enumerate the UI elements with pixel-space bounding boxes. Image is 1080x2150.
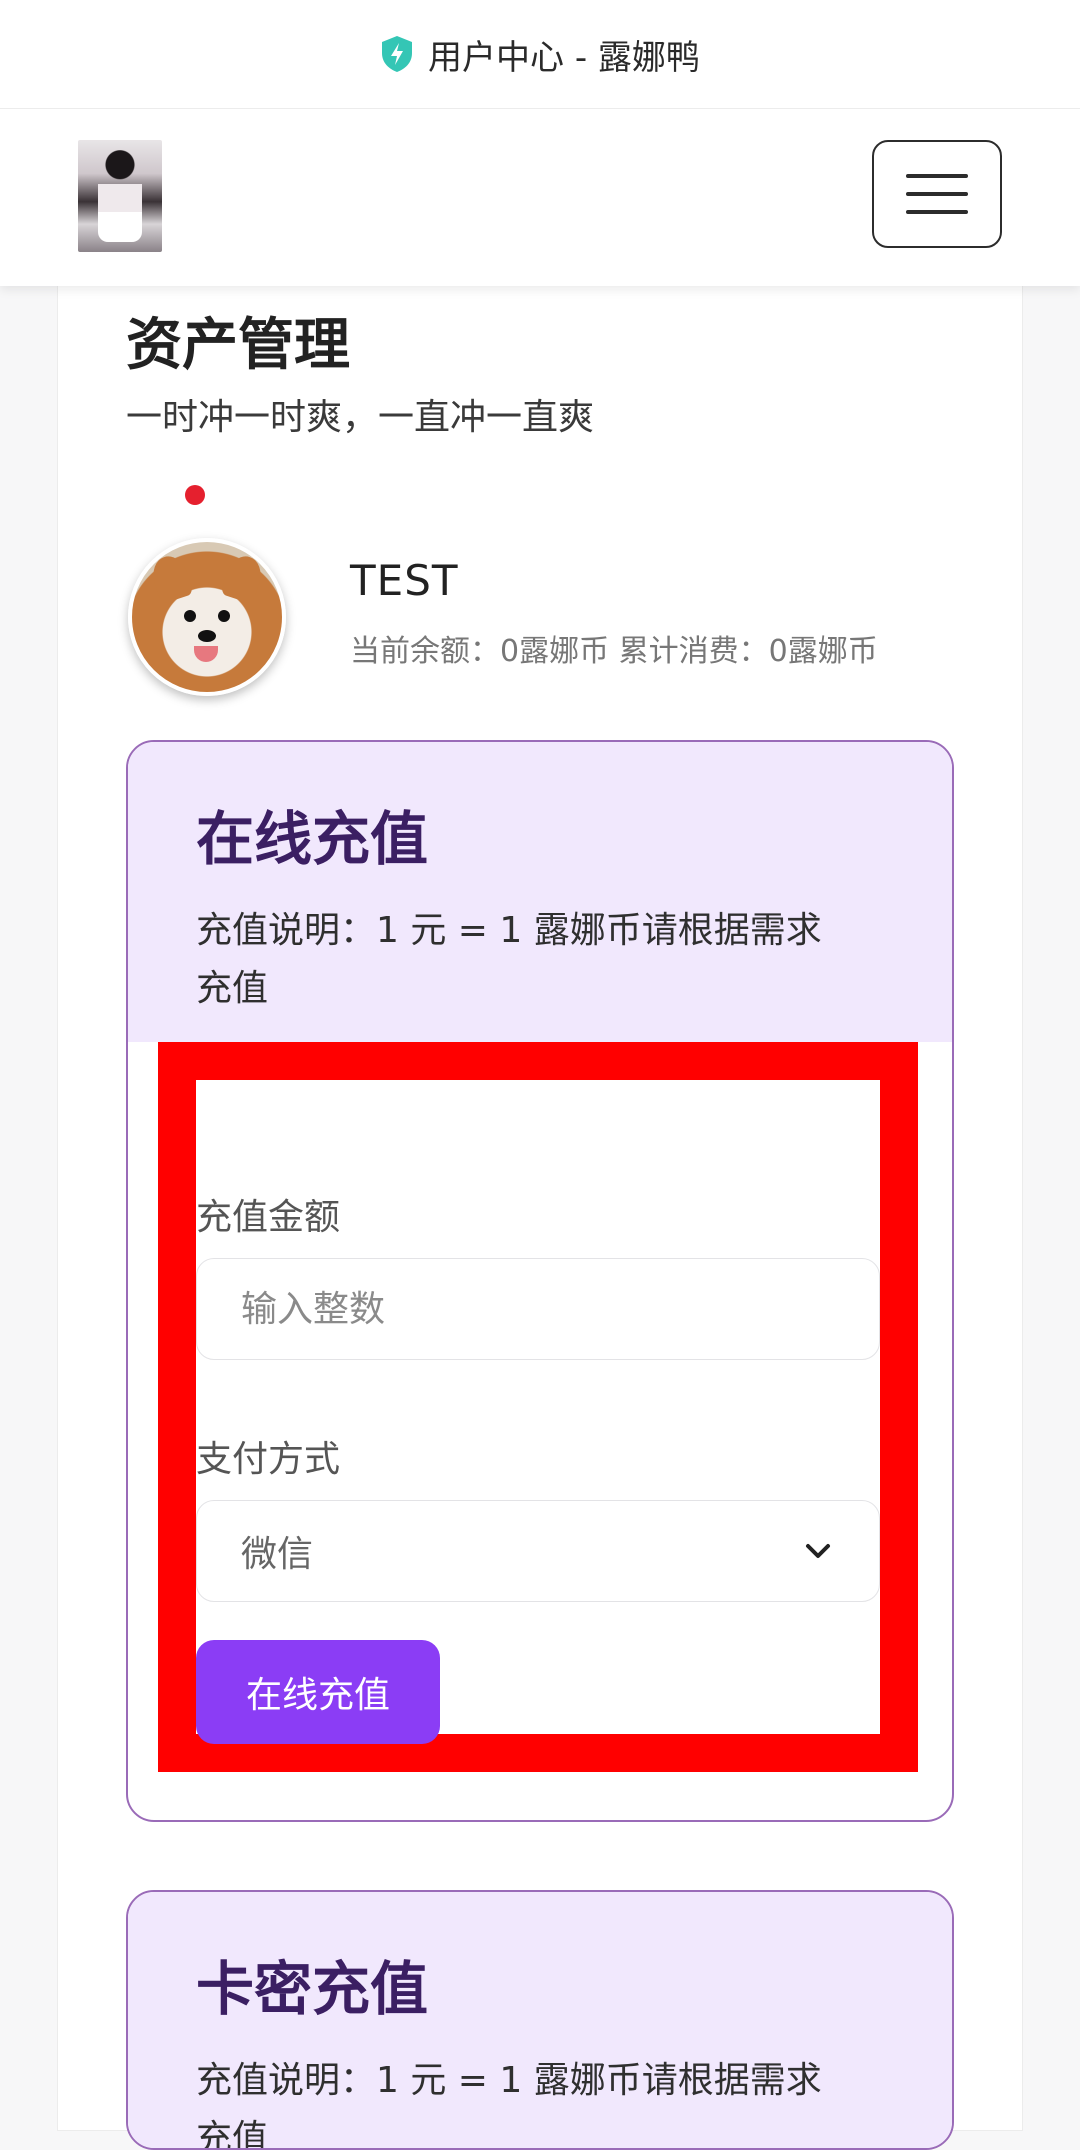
avatar-tongue [194,646,218,662]
card-key-recharge-header: 卡密充值 充值说明：1 元 = 1 露娜币请根据需求充值 [128,1892,952,2150]
page-subtitle: 一时冲一时爽，一直冲一直爽 [126,397,595,438]
chevron-down-icon [806,1544,830,1558]
recharge-form-highlight: 充值金额 支付方式 微信 在线充值 [158,1042,918,1772]
balance-summary: 当前余额：0露娜币 累计消费：0露娜币 [350,634,878,669]
payment-method-value: 微信 [241,1534,314,1575]
hamburger-menu-icon-line [906,192,968,196]
avatar-eye [218,610,230,622]
avatar-nose [198,630,216,642]
hamburger-menu-icon-line [906,210,968,214]
card-key-recharge-description: 充值说明：1 元 = 1 露娜币请根据需求充值 [196,2060,822,2150]
online-recharge-button[interactable]: 在线充值 [196,1640,440,1744]
amount-input[interactable] [196,1258,880,1360]
payment-method-label: 支付方式 [196,1439,341,1480]
main-content: 资产管理 一时冲一时爽，一直冲一直爽 TEST 当前余额：0露娜币 累计消费：0… [58,286,1022,2150]
online-recharge-card: 在线充值 充值说明：1 元 = 1 露娜币请根据需求充值 充值金额 支付方式 微… [126,740,954,1822]
browser-title-bar: 用户中心 - 露娜鸭 [0,0,1080,109]
avatar[interactable] [128,538,286,696]
online-recharge-title: 在线充值 [196,805,429,873]
recharge-form: 充值金额 支付方式 微信 在线充值 [196,1080,880,1744]
page-title: 资产管理 [126,313,350,378]
card-key-recharge-card: 卡密充值 充值说明：1 元 = 1 露娜币请根据需求充值 [126,1890,954,2150]
site-navbar [0,108,1080,286]
status-dot [185,485,205,505]
shield-lightning-icon [382,36,413,72]
hamburger-menu-button[interactable] [872,140,1002,248]
browser-title: 用户中心 - 露娜鸭 [428,37,700,78]
logo-figure [98,150,142,242]
card-key-recharge-title: 卡密充值 [196,1955,429,2023]
online-recharge-header: 在线充值 充值说明：1 元 = 1 露娜币请根据需求充值 [128,742,952,1042]
site-logo[interactable] [78,140,162,252]
avatar-eye [184,610,196,622]
avatar-ear [220,551,266,605]
payment-method-select[interactable]: 微信 [196,1500,880,1602]
amount-label: 充值金额 [196,1197,341,1238]
online-recharge-description: 充值说明：1 元 = 1 露娜币请根据需求充值 [196,910,822,1009]
username: TEST [350,556,459,605]
avatar-ear [148,551,194,605]
browser-title-wrap: 用户中心 - 露娜鸭 [380,30,700,79]
hamburger-menu-icon-line [906,174,968,178]
